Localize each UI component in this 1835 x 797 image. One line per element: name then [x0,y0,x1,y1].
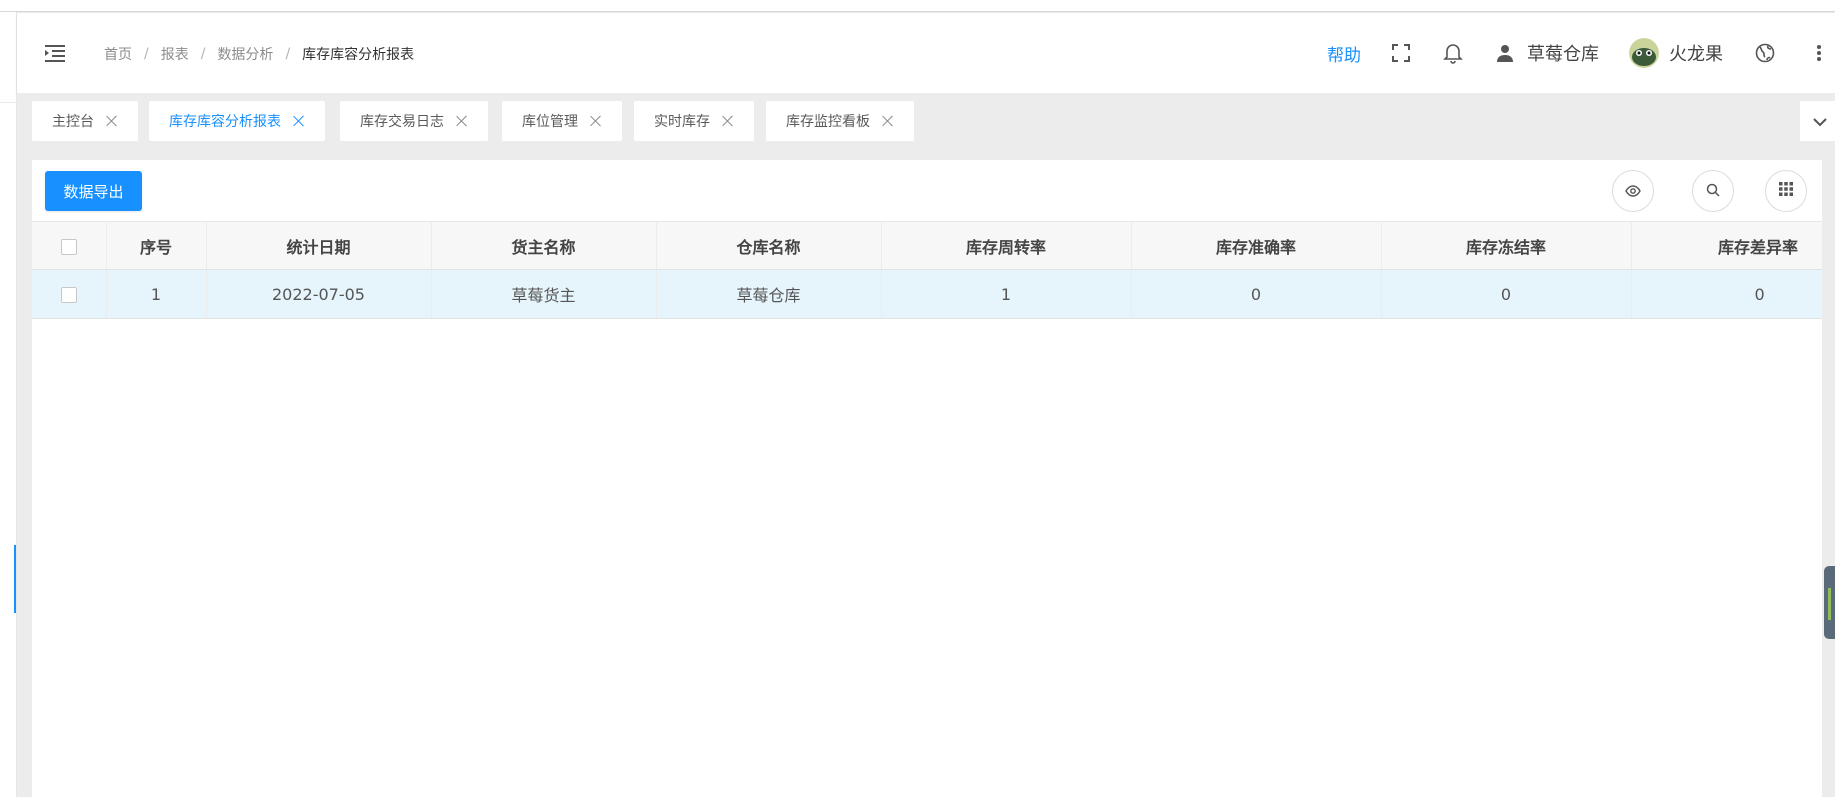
grid-icon [1778,181,1794,201]
data-table: 序号 统计日期 货主名称 仓库名称 库存周转率 库存准确率 库存冻结率 库存差异… [32,221,1822,319]
user-name: 火龙果 [1669,44,1723,65]
menu-fold-icon[interactable] [45,43,67,63]
breadcrumb-separator: / [285,46,291,62]
tab-label: 库存监控看板 [786,114,870,130]
column-header[interactable]: 库存差异率 [1631,221,1822,270]
help-link[interactable]: 帮助 [1327,41,1361,66]
breadcrumb-item-data-analysis[interactable]: 数据分析 [217,44,273,64]
breadcrumb-item-home[interactable]: 首页 [104,44,132,64]
close-icon[interactable] [106,115,118,127]
eye-icon [1625,182,1641,201]
row-checkbox[interactable] [60,287,77,303]
table-cell: 0 [1631,269,1822,319]
column-header[interactable]: 仓库名称 [656,221,882,270]
breadcrumb: 首页 / 报表 / 数据分析 / 库存库容分析报表 [104,44,414,64]
close-icon[interactable] [722,115,734,127]
close-icon[interactable] [456,115,468,127]
tab-label: 实时库存 [654,114,710,130]
column-header[interactable]: 货主名称 [431,221,657,270]
export-data-button[interactable]: 数据导出 [45,171,142,211]
table-row[interactable]: 1 2022-07-05 草莓货主 草莓仓库 1 0 0 0 [32,269,1822,319]
side-scroll-handle[interactable] [1824,566,1835,639]
sidebar-divider [0,102,17,103]
row-select-cell [32,269,107,319]
tab-inventory-monitor-board[interactable]: 库存监控看板 [766,101,914,141]
breadcrumb-item-reports[interactable]: 报表 [161,44,189,64]
warehouse-name: 草莓仓库 [1527,44,1599,65]
header-actions: 帮助 草莓仓库 火龙果 [1327,13,1835,93]
tabs-bar: 主控台 库存库容分析报表 库存交易日志 库位管理 实时库存 库存监控看板 [17,93,1835,150]
column-header[interactable]: 库存冻结率 [1381,221,1632,270]
more-vertical-icon[interactable] [1807,41,1831,65]
search-toggle-button[interactable] [1692,170,1734,212]
table-header-row: 序号 统计日期 货主名称 仓库名称 库存周转率 库存准确率 库存冻结率 库存差异… [32,221,1822,270]
breadcrumb-item-current: 库存库容分析报表 [302,47,415,63]
tab-inventory-transaction-log[interactable]: 库存交易日志 [340,101,488,141]
column-header[interactable]: 库存准确率 [1131,221,1382,270]
tab-inventory-capacity-report[interactable]: 库存库容分析报表 [149,101,325,141]
table-cell: 草莓货主 [431,269,657,319]
globe-icon[interactable] [1753,41,1777,65]
tabs-dropdown-button[interactable] [1800,101,1835,141]
table-cell: 0 [1131,269,1382,319]
tab-realtime-inventory[interactable]: 实时库存 [634,101,754,141]
report-card: 数据导出 序号 统计日期 货主名称 仓库名称 库存周转率 库存准确率 库存冻结率… [32,160,1822,797]
table-cell: 2022-07-05 [206,269,432,319]
table-cell: 1 [881,269,1132,319]
close-icon[interactable] [882,115,894,127]
avatar [1629,38,1659,68]
left-sidebar [0,12,17,797]
column-header[interactable]: 库存周转率 [881,221,1132,270]
table-cell: 0 [1381,269,1632,319]
close-icon[interactable] [293,115,305,127]
user-icon [1493,41,1517,65]
user-menu[interactable]: 火龙果 [1629,38,1723,68]
tab-location-management[interactable]: 库位管理 [502,101,622,141]
tab-label: 主控台 [52,114,94,130]
breadcrumb-separator: / [200,46,206,62]
table-cell: 1 [106,269,207,319]
bell-icon[interactable] [1441,41,1465,65]
sidebar-active-indicator [14,545,16,613]
tab-label: 库位管理 [522,114,578,130]
column-settings-button[interactable] [1765,170,1807,212]
table-cell: 草莓仓库 [656,269,882,319]
select-all-cell [32,221,107,270]
header-bar: 首页 / 报表 / 数据分析 / 库存库容分析报表 帮助 草莓仓库 火龙果 [17,13,1835,93]
top-strip [0,0,1835,12]
breadcrumb-separator: / [144,46,149,62]
chevron-down-icon [1813,112,1827,131]
warehouse-switcher[interactable]: 草莓仓库 [1493,40,1599,66]
search-icon [1706,182,1720,201]
column-header[interactable]: 统计日期 [206,221,432,270]
toggle-columns-button[interactable] [1612,170,1654,212]
tab-label: 库存库容分析报表 [169,114,281,130]
column-header[interactable]: 序号 [106,221,207,270]
tab-dashboard[interactable]: 主控台 [32,101,138,141]
close-icon[interactable] [590,115,602,127]
select-all-checkbox[interactable] [60,238,77,255]
fullscreen-icon[interactable] [1389,41,1413,65]
tab-label: 库存交易日志 [360,114,444,130]
